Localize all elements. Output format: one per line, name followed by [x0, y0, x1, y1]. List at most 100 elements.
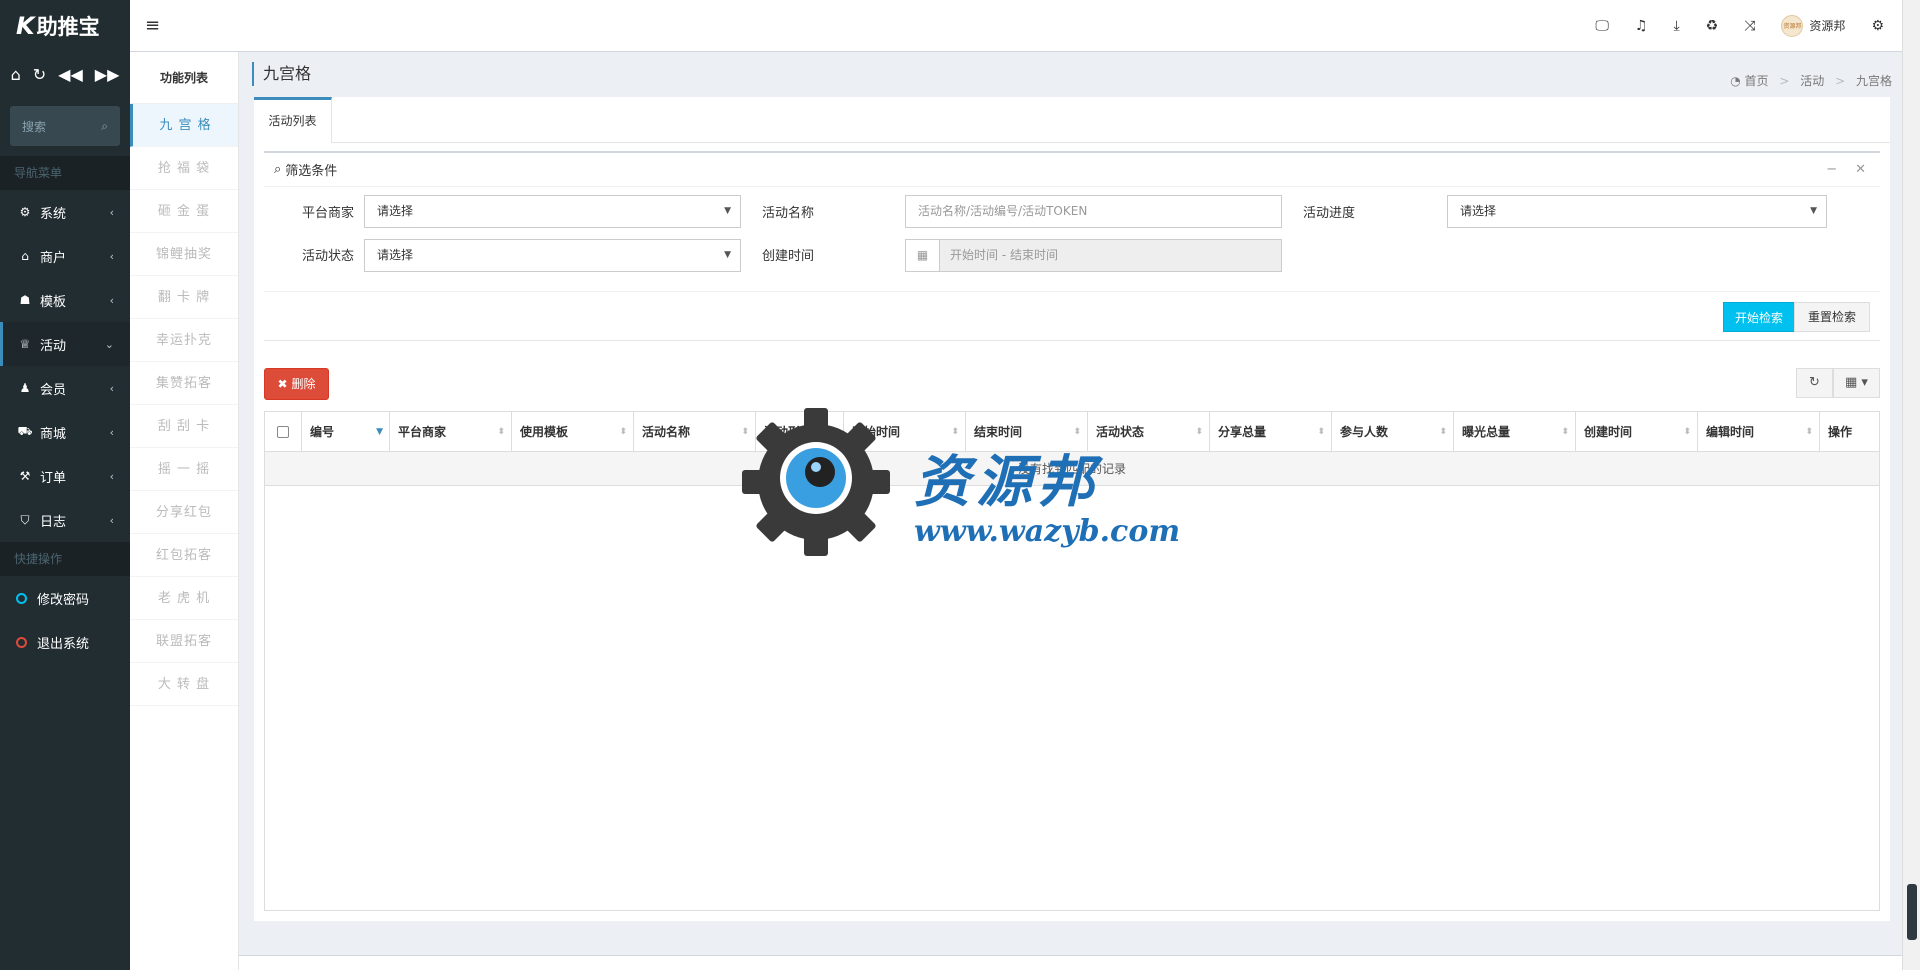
- content-header: 九宫格 ◔ 首页 > 活动 > 九宫格: [252, 62, 1892, 100]
- sidebar-item-logout[interactable]: 退出系统: [0, 620, 130, 664]
- filter-button-row: 开始检索 重置检索: [264, 291, 1880, 341]
- func-item[interactable]: 锦鲤抽奖: [130, 233, 238, 276]
- sidebar-item-member[interactable]: ♟ 会员 ‹: [0, 366, 130, 410]
- created-time-range[interactable]: ▦ 开始时间 - 结束时间: [905, 239, 1282, 272]
- sidebar-search-input[interactable]: 搜索: [22, 118, 46, 135]
- home-icon[interactable]: ⌂: [11, 65, 21, 84]
- activity-progress-select[interactable]: 请选择 ▼: [1447, 195, 1827, 228]
- filter-box: ⌕ 筛选条件 − ✕ 平台商家 请选择 ▼ 活动名称 活动名称/活动编号/活动T…: [264, 151, 1880, 341]
- th-label: 活动名称: [642, 425, 691, 439]
- th-edited-time[interactable]: 编辑时间 ⬍: [1698, 412, 1820, 451]
- th-id[interactable]: 编号 ▼: [302, 412, 390, 451]
- select-all-checkbox[interactable]: [277, 426, 289, 438]
- func-item[interactable]: 抢 福 袋: [130, 147, 238, 190]
- activity-status-select[interactable]: 请选择 ▼: [364, 239, 741, 272]
- sidebar-item-log[interactable]: ⛉ 日志 ‹: [0, 498, 130, 542]
- func-item[interactable]: 翻 卡 牌: [130, 276, 238, 319]
- th-created-time[interactable]: 创建时间 ⬍: [1576, 412, 1698, 451]
- chevron-left-icon: ‹: [109, 513, 114, 527]
- func-item[interactable]: 摇 一 摇: [130, 448, 238, 491]
- chevron-left-icon: ‹: [109, 249, 114, 263]
- tab-activity-list[interactable]: 活动列表: [254, 97, 332, 143]
- func-item[interactable]: 分享红包: [130, 491, 238, 534]
- th-participants[interactable]: 参与人数 ⬍: [1332, 412, 1454, 451]
- breadcrumb-current: 九宫格: [1855, 74, 1892, 88]
- th-share-total[interactable]: 分享总量 ⬍: [1210, 412, 1332, 451]
- activity-name-input[interactable]: 活动名称/活动编号/活动TOKEN: [905, 195, 1282, 228]
- breadcrumb-separator: >: [1835, 74, 1846, 88]
- sidebar-item-order[interactable]: ⚒ 订单 ‹: [0, 454, 130, 498]
- breadcrumb-activity[interactable]: 活动: [1800, 74, 1824, 88]
- search-icon[interactable]: ⌕: [101, 119, 108, 134]
- menu-toggle-icon[interactable]: ≡: [145, 15, 160, 36]
- reset-button[interactable]: 重置检索: [1794, 302, 1870, 332]
- delete-button[interactable]: ✖ 删除: [264, 368, 329, 400]
- refresh-icon[interactable]: ↻: [33, 65, 46, 84]
- sidebar-item-label: 订单: [40, 470, 67, 486]
- sidebar-item-mall[interactable]: ⛟ 商城 ‹: [0, 410, 130, 454]
- refresh-icon[interactable]: ↻: [1796, 368, 1833, 398]
- sidebar-search[interactable]: 搜索 ⌕: [10, 106, 120, 146]
- func-item[interactable]: 集赞拓客: [130, 362, 238, 405]
- delete-button-label: 删除: [291, 377, 316, 391]
- sidebar-item-change-password[interactable]: 修改密码: [0, 576, 130, 620]
- func-item[interactable]: 老 虎 机: [130, 577, 238, 620]
- th-exposure-total[interactable]: 曝光总量 ⬍: [1454, 412, 1576, 451]
- monitor-icon[interactable]: 🖵: [1595, 18, 1609, 34]
- gear-logo-icon: [742, 408, 890, 556]
- search-button[interactable]: 开始检索: [1723, 302, 1795, 332]
- download-icon[interactable]: ⤓: [1673, 18, 1679, 34]
- sort-icon: ⬍: [1317, 427, 1325, 437]
- activity-progress-value: 请选择: [1460, 204, 1497, 218]
- sidebar-item-activity[interactable]: ♕ 活动 ⌄: [0, 322, 130, 366]
- backward-icon[interactable]: ◀◀: [58, 65, 83, 84]
- topbar-actions: 🖵 ♫ ⤓ ♻ ⤨ 资源邦 资源邦 ⚙: [1595, 14, 1902, 37]
- forward-icon[interactable]: ▶▶: [95, 65, 120, 84]
- chevron-down-icon: ⌄: [104, 337, 114, 351]
- function-list-title: 功能列表: [130, 52, 238, 104]
- footer-bar: [239, 955, 1902, 970]
- user-menu[interactable]: 资源邦 资源邦: [1781, 14, 1845, 37]
- func-item[interactable]: 联盟拓客: [130, 620, 238, 663]
- sidebar-item-label: 日志: [40, 514, 67, 530]
- func-item-jiugongge[interactable]: 九 宫 格: [130, 104, 238, 147]
- quick-section-header: 快捷操作: [0, 542, 130, 576]
- func-item[interactable]: 幸运扑克: [130, 319, 238, 362]
- app-logo[interactable]: K 助推宝: [0, 0, 130, 52]
- sidebar-item-merchant[interactable]: ⌂ 商户 ‹: [0, 234, 130, 278]
- recycle-icon[interactable]: ♻: [1706, 18, 1719, 34]
- right-scrollbar[interactable]: [1902, 0, 1920, 970]
- caret-down-icon: ▼: [1810, 206, 1817, 216]
- search-icon: ⌕: [274, 162, 282, 177]
- breadcrumb-home[interactable]: 首页: [1745, 74, 1769, 88]
- func-item[interactable]: 红包拓客: [130, 534, 238, 577]
- activity-status-label: 活动状态: [301, 249, 354, 264]
- th-label: 操作: [1828, 425, 1853, 439]
- sidebar-item-label: 系统: [40, 206, 67, 222]
- shuffle-icon[interactable]: ⤨: [1744, 18, 1755, 34]
- sidebar-item-system[interactable]: ⚙ 系统 ‹: [0, 190, 130, 234]
- th-merchant[interactable]: 平台商家 ⬍: [390, 412, 512, 451]
- columns-toggle-icon[interactable]: ▦ ▾: [1833, 368, 1880, 398]
- close-icon[interactable]: ✕: [1855, 162, 1866, 177]
- func-item[interactable]: 大 转 盘: [130, 663, 238, 706]
- scrollbar-thumb[interactable]: [1907, 884, 1917, 940]
- gavel-icon: ⚒: [19, 469, 31, 483]
- func-item[interactable]: 刮 刮 卡: [130, 405, 238, 448]
- th-label: 平台商家: [398, 425, 447, 439]
- collapse-icon[interactable]: −: [1826, 162, 1837, 177]
- sitemap-icon: ☗: [19, 293, 31, 307]
- th-template[interactable]: 使用模板 ⬍: [512, 412, 634, 451]
- circle-icon: [16, 636, 27, 648]
- sidebar-item-template[interactable]: ☗ 模板 ‹: [0, 278, 130, 322]
- th-label: 编号: [310, 425, 335, 439]
- func-item[interactable]: 砸 金 蛋: [130, 190, 238, 233]
- merchant-select[interactable]: 请选择 ▼: [364, 195, 741, 228]
- sort-icon: ⬍: [1805, 427, 1813, 437]
- gear-icon[interactable]: ⚙: [1871, 18, 1884, 34]
- dashboard-icon: ◔: [1730, 74, 1741, 88]
- filter-title: 筛选条件: [285, 164, 338, 179]
- created-time-placeholder: 开始时间 - 结束时间: [950, 248, 1058, 262]
- bell-icon[interactable]: ♫: [1635, 18, 1648, 34]
- filter-header: ⌕ 筛选条件 − ✕: [264, 153, 1880, 187]
